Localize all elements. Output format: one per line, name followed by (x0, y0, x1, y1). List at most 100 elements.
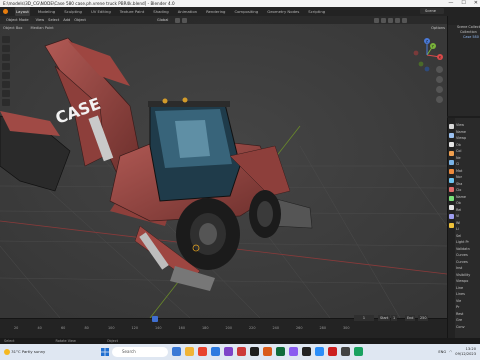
windows-start-icon[interactable] (101, 348, 109, 356)
end-label: End (405, 315, 416, 321)
tab-uv-editing[interactable]: UV Editing (90, 7, 112, 16)
weather-temp: 31°C (11, 349, 21, 354)
properties-tab-icon[interactable] (449, 142, 454, 147)
pivot-point-dropdown[interactable]: Median Point (31, 26, 54, 30)
timeline-tick-label: 240 (272, 326, 279, 330)
system-tray: ENG ◠ 13:20 09/12/2023 (438, 344, 476, 360)
properties-tab-icon[interactable] (449, 160, 454, 165)
shading-solid-icon[interactable] (388, 17, 393, 23)
properties-item[interactable]: Conv (456, 324, 480, 331)
pan-hand-icon[interactable] (436, 76, 443, 83)
taskbar-app-icon[interactable] (224, 347, 233, 356)
annotate-tool-icon[interactable] (2, 90, 10, 97)
properties-tab-icon[interactable] (449, 151, 454, 156)
tab-shading[interactable]: Shading (152, 7, 169, 16)
properties-tab-icon[interactable] (449, 124, 454, 129)
cursor-tool-icon[interactable] (2, 45, 10, 52)
taskbar-app-icon[interactable] (237, 347, 246, 356)
viewport-subheader: Object Box Median Point (0, 24, 447, 32)
tab-animation[interactable]: Animation (177, 7, 198, 16)
rotate-tool-icon[interactable] (2, 63, 10, 70)
taskbar-app-icon[interactable] (185, 347, 194, 356)
taskbar-app-icon[interactable] (328, 347, 337, 356)
taskbar-app-icon[interactable] (354, 347, 363, 356)
timeline-tick-label: 140 (155, 326, 162, 330)
menu-add[interactable]: Add (63, 18, 70, 22)
grid-perspective-icon[interactable] (436, 96, 443, 103)
minimize-button[interactable]: — (448, 0, 453, 7)
start-frame-field[interactable]: 1 (391, 315, 398, 321)
wifi-icon[interactable]: ◠ (449, 350, 452, 354)
taskbar-apps (172, 347, 363, 356)
tab-scripting[interactable]: Scripting (307, 7, 326, 16)
weather-widget[interactable]: 31°C Partly sunny (4, 346, 45, 358)
menu-object[interactable]: Object (74, 18, 86, 22)
timeline-tick-label: 160 (178, 326, 185, 330)
taskbar-search-input[interactable]: Search (112, 347, 168, 357)
properties-tab-icon[interactable] (449, 169, 454, 174)
taskbar-app-icon[interactable] (289, 347, 298, 356)
properties-tab-icon[interactable] (449, 178, 454, 183)
tab-compositing[interactable]: Compositing (233, 7, 259, 16)
tab-sculpting[interactable]: Sculpting (63, 7, 83, 16)
outliner-item-object[interactable]: Case 580 (448, 35, 480, 40)
taskbar-app-icon[interactable] (341, 347, 350, 356)
taskbar-app-icon[interactable] (276, 347, 285, 356)
shading-material-icon[interactable] (395, 17, 400, 23)
zoom-icon[interactable] (436, 66, 443, 73)
shading-wireframe-icon[interactable] (381, 17, 386, 23)
current-frame-field[interactable]: 1 (354, 315, 374, 321)
3d-viewport[interactable]: CASE (0, 16, 447, 318)
end-frame-field[interactable]: 250 (418, 315, 429, 321)
snap-icon[interactable] (175, 17, 181, 23)
select-box-tool-icon[interactable] (2, 36, 10, 43)
taskbar-app-icon[interactable] (211, 347, 220, 356)
window-controls: — ☐ ✕ (448, 0, 478, 7)
proportional-edit-icon[interactable] (182, 17, 188, 23)
tab-texture-paint[interactable]: Texture Paint (119, 7, 146, 16)
shading-rendered-icon[interactable] (402, 17, 407, 23)
timeline-ruler[interactable]: 20 40 60 80 100 120 140 160 180 200 220 240 260 280 30… (0, 326, 447, 332)
playhead-marker[interactable] (152, 316, 158, 322)
properties-tab-icon[interactable] (449, 187, 454, 192)
window-title: E:\models\3D_CG\NODE\Case 580 case.ph.vr… (3, 1, 175, 6)
move-tool-icon[interactable] (2, 54, 10, 61)
status-object: Object (106, 339, 118, 343)
tab-modeling[interactable]: Modeling (37, 7, 56, 16)
tool-shelf (2, 36, 10, 106)
properties-tab-icon[interactable] (449, 196, 454, 201)
viewport-header: Object Mode View Select Add Object Globa… (0, 16, 447, 24)
taskbar-app-icon[interactable] (172, 347, 181, 356)
properties-tab-icon[interactable] (449, 133, 454, 138)
tab-geometry-nodes[interactable]: Geometry Nodes (266, 7, 300, 16)
taskbar-app-icon[interactable] (250, 347, 259, 356)
clock[interactable]: 13:20 09/12/2023 (455, 347, 476, 356)
language-indicator[interactable]: ENG (438, 350, 446, 354)
measure-tool-icon[interactable] (2, 99, 10, 106)
tab-layout[interactable]: Layout (15, 7, 30, 16)
taskbar-app-icon[interactable] (198, 347, 207, 356)
mode-dropdown[interactable]: Object Mode (3, 17, 32, 23)
camera-icon[interactable] (436, 86, 443, 93)
taskbar-app-icon[interactable] (302, 347, 311, 356)
select-box-label[interactable]: Object Box (3, 26, 23, 30)
maximize-button[interactable]: ☐ (461, 0, 465, 7)
properties-tab-icon[interactable] (449, 223, 454, 228)
taskbar-app-icon[interactable] (263, 347, 272, 356)
blender-logo-icon[interactable] (3, 9, 8, 14)
tab-rendering[interactable]: Rendering (205, 7, 226, 16)
xray-icon[interactable] (374, 17, 379, 23)
timeline-tick-label: 80 (84, 326, 89, 330)
transform-orientation-dropdown[interactable]: Global (153, 17, 172, 23)
menu-select[interactable]: Select (48, 18, 59, 22)
properties-tab-icon[interactable] (449, 214, 454, 219)
properties-tab-icon[interactable] (449, 205, 454, 210)
close-button[interactable]: ✕ (474, 0, 478, 7)
options-button[interactable]: Options (431, 26, 445, 30)
taskbar-app-icon[interactable] (315, 347, 324, 356)
timeline-tick-label: 220 (249, 326, 256, 330)
scale-tool-icon[interactable] (2, 72, 10, 79)
transform-tool-icon[interactable] (2, 81, 10, 88)
menu-view[interactable]: View (36, 18, 45, 22)
scene-selector[interactable]: Scene (420, 8, 444, 14)
